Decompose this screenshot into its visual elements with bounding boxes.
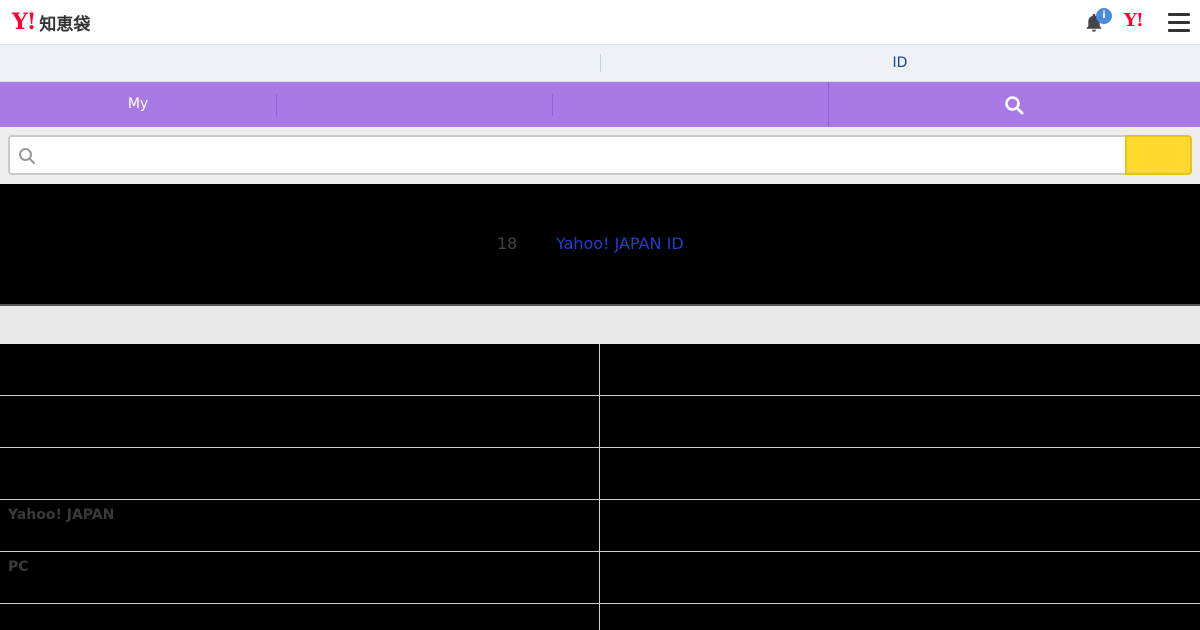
grid-cell[interactable] [599,552,1200,604]
yahoo-id-link[interactable]: Yahoo! JAPAN ID [556,234,684,253]
search-box [8,135,1127,175]
search-submit-button[interactable] [1125,135,1192,175]
search-bar [0,127,1200,184]
nav-item-my[interactable]: My [0,82,276,127]
search-input[interactable] [44,141,1114,169]
grid-cell[interactable]: PC [0,552,600,604]
main-nav: My [0,82,1200,127]
grid-cell-label: PC [8,559,29,575]
section-header [0,306,1200,344]
grid-cell[interactable] [0,604,600,630]
search-icon [1005,96,1024,115]
grid-cell[interactable]: Yahoo! JAPAN [0,500,600,552]
grid-cell[interactable] [0,448,600,500]
header: Y! 知恵袋 i Y! [0,0,1200,45]
nav-search-button[interactable] [828,82,1200,127]
logo-text: 知恵袋 [39,14,91,35]
login-notice: 18 Yahoo! JAPAN ID [0,184,1200,304]
grid-cell[interactable] [0,396,600,448]
grid-cell[interactable] [599,344,1200,396]
search-icon [19,148,36,165]
chiebukuro-logo[interactable]: Y! 知恵袋 [12,8,90,36]
age-notice-text: 18 [497,234,518,253]
yahoo-japan-icon[interactable]: Y! [1124,10,1144,31]
yahoo-logo-mark: Y! [12,9,36,35]
nav-item-3[interactable] [553,82,828,127]
hamburger-menu-icon[interactable] [1168,13,1190,32]
grid-cell[interactable] [599,448,1200,500]
grid-cell[interactable] [599,604,1200,630]
notification-badge: i [1096,8,1112,24]
grid-cell-label: Yahoo! JAPAN [8,507,115,523]
grid-cell[interactable] [599,500,1200,552]
grid-cell[interactable] [599,396,1200,448]
grid-cell[interactable] [0,344,600,396]
sub-bar: ID [0,45,1200,82]
category-grid: Yahoo! JAPAN PC [0,344,1200,630]
login-link[interactable]: ID [600,45,1200,81]
nav-item-2[interactable] [277,82,552,127]
